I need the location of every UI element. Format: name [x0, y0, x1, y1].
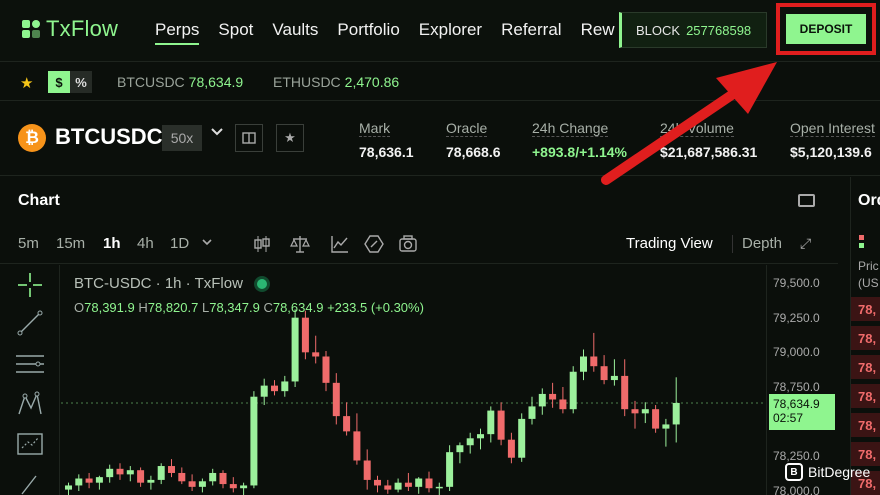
- bitdegree-watermark: B BitDegree: [785, 463, 870, 481]
- red-annotation-arrow-icon: [601, 62, 777, 185]
- bitdegree-logo-icon: B: [785, 463, 803, 481]
